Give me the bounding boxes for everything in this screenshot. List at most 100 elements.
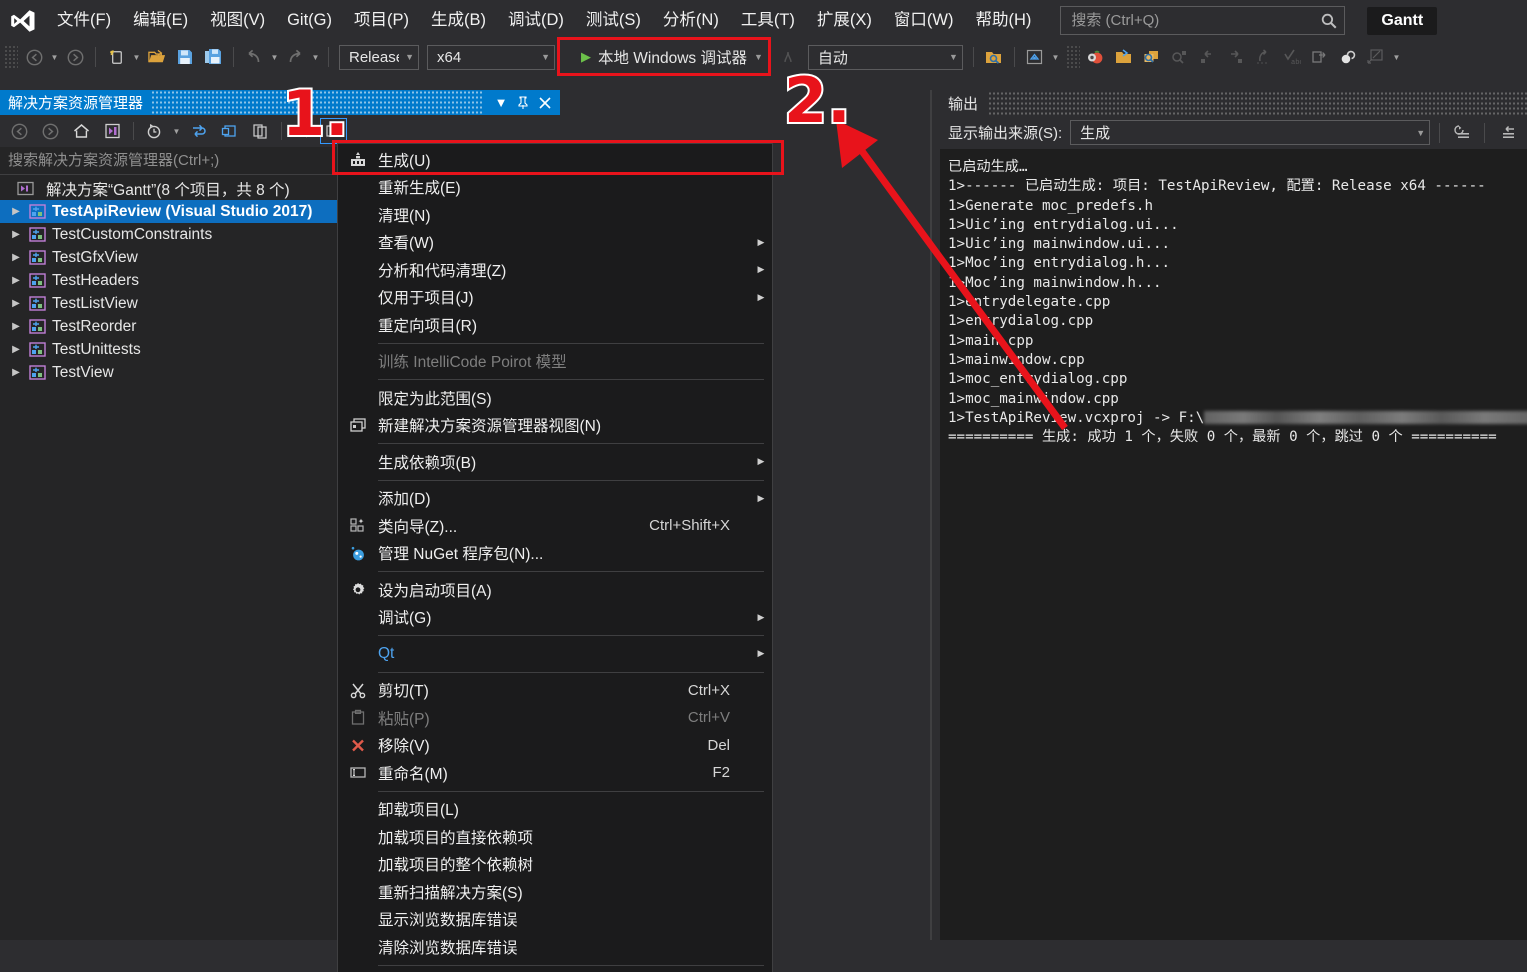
context-menu-item[interactable]: 查看(W) ▶ xyxy=(338,229,772,257)
find-symbol-icon[interactable] xyxy=(1139,44,1165,70)
menu-item-0[interactable]: 文件(F) xyxy=(46,0,122,41)
context-menu-item[interactable]: 加载项目的直接依赖项 xyxy=(338,823,772,851)
expander-chevron-icon[interactable]: ▶ xyxy=(6,275,26,286)
properties-icon[interactable] xyxy=(289,118,316,144)
go-to-message-icon[interactable] xyxy=(1449,120,1475,146)
arrow-forward-icon[interactable] xyxy=(62,44,88,70)
context-menu-item[interactable]: 新建解决方案资源管理器视图(N) xyxy=(338,412,772,440)
lock-icon[interactable] xyxy=(1335,44,1361,70)
collapse-all-icon[interactable] xyxy=(216,118,243,144)
context-menu-item[interactable]: 显示浏览数据库错误 xyxy=(338,906,772,934)
toolbar-grip[interactable] xyxy=(4,45,18,69)
filter-dropdown-caret[interactable]: ▼ xyxy=(170,118,183,144)
output-text-area[interactable]: 已启动生成… 1>------ 已启动生成: 项目: TestApiReview,… xyxy=(948,158,1527,942)
redo-icon[interactable] xyxy=(282,44,308,70)
context-menu-item[interactable]: 管理 NuGet 程序包(N)... xyxy=(338,540,772,568)
expander-chevron-icon[interactable]: ▶ xyxy=(6,321,26,332)
quick-find-icon[interactable] xyxy=(1167,44,1193,70)
sync-with-active-document-icon[interactable] xyxy=(99,118,126,144)
expander-chevron-icon[interactable]: ▶ xyxy=(6,252,26,263)
redo-dropdown-caret[interactable]: ▼ xyxy=(309,44,322,70)
export-icon[interactable] xyxy=(1307,44,1333,70)
context-menu-item[interactable]: 清理(N) xyxy=(338,201,772,229)
context-menu-item[interactable]: 重定向项目(R) xyxy=(338,311,772,339)
menu-item-4[interactable]: 项目(P) xyxy=(343,0,420,41)
platform-combo[interactable]: x64 ▼ xyxy=(427,44,555,70)
context-menu-item[interactable]: 加载项目的整个依赖树 xyxy=(338,851,772,879)
expander-chevron-icon[interactable]: ▶ xyxy=(6,367,26,378)
configuration-combo[interactable]: Release ▼ xyxy=(339,44,419,70)
close-icon[interactable] xyxy=(534,92,556,114)
menu-item-2[interactable]: 视图(V) xyxy=(199,0,276,41)
open-folder-search-icon[interactable] xyxy=(1111,44,1137,70)
menu-item-1[interactable]: 编辑(E) xyxy=(122,0,199,41)
attach-combo[interactable]: 自动 ▼ xyxy=(807,44,963,70)
expander-chevron-icon[interactable]: ▶ xyxy=(6,229,26,240)
global-search-input[interactable] xyxy=(1071,12,1321,29)
expander-chevron-icon[interactable]: ▶ xyxy=(6,344,26,355)
menu-item-7[interactable]: 测试(S) xyxy=(575,0,652,41)
find-in-files-icon[interactable] xyxy=(981,44,1007,70)
context-menu-item[interactable]: 重新生成(E) xyxy=(338,174,772,202)
menu-item-5[interactable]: 生成(B) xyxy=(420,0,497,41)
undo-icon[interactable] xyxy=(241,44,267,70)
expander-chevron-icon[interactable]: ▶ xyxy=(6,206,26,217)
menu-item-11[interactable]: 窗口(W) xyxy=(883,0,965,41)
open-folder-icon[interactable] xyxy=(144,44,170,70)
menu-item-12[interactable]: 帮助(H) xyxy=(964,0,1042,41)
back-icon[interactable] xyxy=(6,118,33,144)
step-forward-icon[interactable] xyxy=(1223,44,1249,70)
context-menu-item[interactable]: 设为启动项目(A) xyxy=(338,576,772,604)
hot-reload-icon[interactable] xyxy=(775,44,801,70)
panel-divider[interactable] xyxy=(930,90,932,972)
context-menu-item[interactable]: 限定为此范围(S) xyxy=(338,384,772,412)
context-menu-item[interactable]: 重命名(M) F2 xyxy=(338,759,772,787)
preview-dropdown-caret[interactable]: ▼ xyxy=(1049,44,1062,70)
new-file-icon[interactable] xyxy=(103,44,129,70)
clear-all-icon[interactable] xyxy=(1494,120,1520,146)
context-menu-item[interactable]: 仅用于项目(J) ▶ xyxy=(338,284,772,312)
context-menu-item[interactable]: 剪切(T) Ctrl+X xyxy=(338,677,772,705)
step-back-icon[interactable] xyxy=(1195,44,1221,70)
home-icon[interactable] xyxy=(68,118,95,144)
context-menu-item[interactable]: 移除(V) Del xyxy=(338,732,772,760)
menu-item-6[interactable]: 调试(D) xyxy=(497,0,575,41)
show-all-files-icon[interactable] xyxy=(247,118,274,144)
toolbar-grip-2[interactable] xyxy=(1065,45,1080,69)
start-debugging-button[interactable]: ▶ 本地 Windows 调试器 ▼ xyxy=(573,43,771,71)
settings-tomato-icon[interactable] xyxy=(1083,44,1109,70)
menu-item-8[interactable]: 分析(N) xyxy=(652,0,730,41)
preview-selected-items-icon[interactable] xyxy=(320,118,347,144)
save-icon[interactable] xyxy=(172,44,198,70)
back-dropdown-caret[interactable]: ▼ xyxy=(48,44,61,70)
new-dropdown-caret[interactable]: ▼ xyxy=(130,44,143,70)
titlebar-drag-dots[interactable] xyxy=(151,90,482,115)
context-menu-item[interactable]: 生成(U) xyxy=(338,146,772,174)
global-search-box[interactable] xyxy=(1060,6,1346,35)
menu-item-9[interactable]: 工具(T) xyxy=(730,0,806,41)
arrow-back-icon[interactable] xyxy=(21,44,47,70)
output-source-combo[interactable]: 生成 ▼ xyxy=(1070,120,1431,145)
refresh-icon[interactable] xyxy=(185,118,212,144)
context-menu-item[interactable]: 生成依赖项(B) ▶ xyxy=(338,448,772,476)
toolbar-overflow-icon[interactable]: ▼ xyxy=(1390,44,1403,70)
pending-changes-filter-icon[interactable] xyxy=(141,118,168,144)
context-menu-item[interactable]: 卸载项目(L) xyxy=(338,796,772,824)
context-menu-item[interactable]: 分析和代码清理(Z) ▶ xyxy=(338,256,772,284)
context-menu-item[interactable]: 添加(D) ▶ xyxy=(338,485,772,513)
chevron-down-icon[interactable]: ▼ xyxy=(490,92,512,114)
spellcheck-icon[interactable]: abc xyxy=(1279,44,1305,70)
undo-dropdown-caret[interactable]: ▼ xyxy=(268,44,281,70)
context-menu-item[interactable]: 重新扫描解决方案(S) xyxy=(338,878,772,906)
context-menu-item[interactable]: Qt ▶ xyxy=(338,640,772,668)
context-menu-item[interactable]: 调试(G) ▶ xyxy=(338,604,772,632)
context-menu-item[interactable]: 清除浏览数据库错误 xyxy=(338,933,772,961)
forward-icon[interactable] xyxy=(37,118,64,144)
undo-arrow-icon[interactable] xyxy=(1251,44,1277,70)
script-icon[interactable] xyxy=(1363,44,1389,70)
menu-item-10[interactable]: 扩展(X) xyxy=(806,0,883,41)
output-titlebar-dots[interactable] xyxy=(988,90,1527,116)
context-menu-item[interactable]: 类向导(Z)... Ctrl+Shift+X xyxy=(338,512,772,540)
menu-item-3[interactable]: Git(G) xyxy=(276,0,343,41)
expander-chevron-icon[interactable]: ▶ xyxy=(6,298,26,309)
